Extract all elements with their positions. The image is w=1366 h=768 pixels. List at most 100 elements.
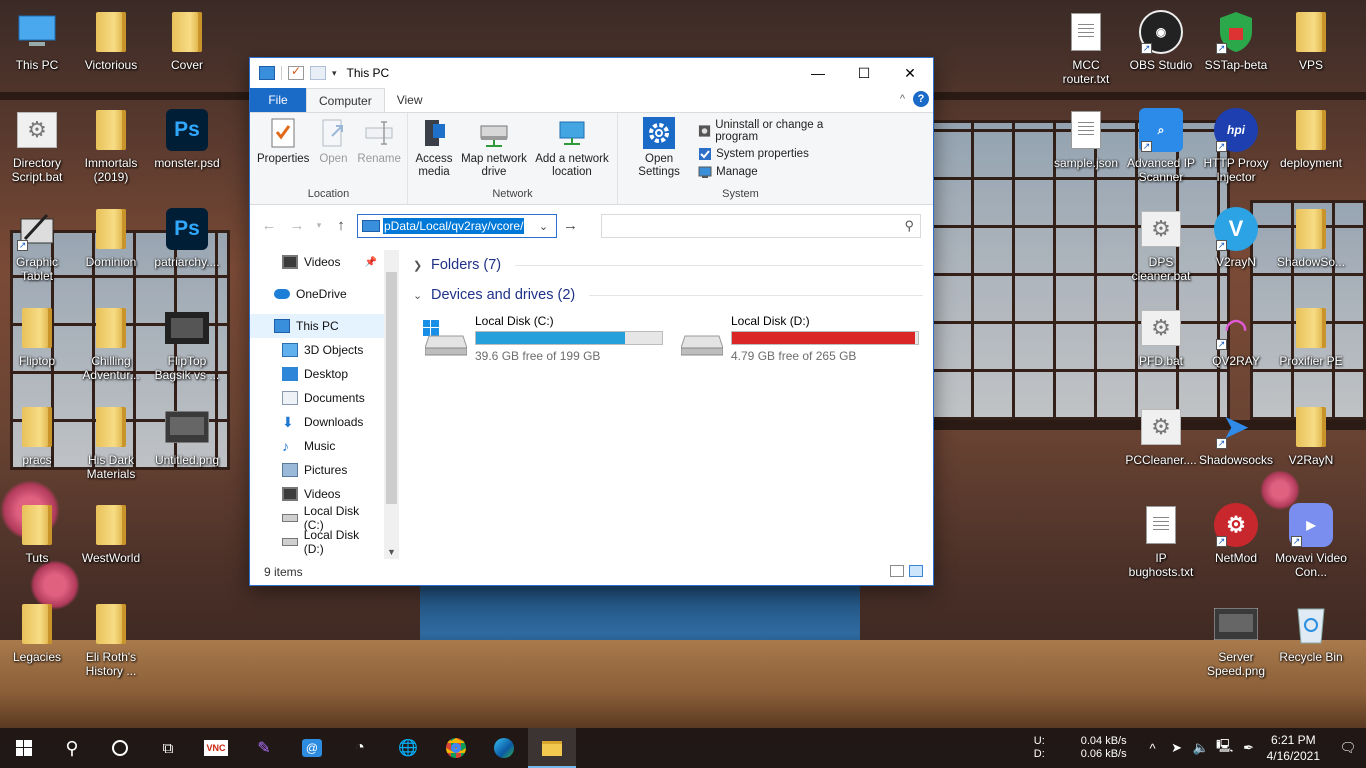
back-arrow-icon[interactable]: ←: [258, 217, 280, 234]
nav-item[interactable]: Documents: [250, 386, 399, 410]
search-input[interactable]: ⚲: [601, 214, 921, 238]
desktop-icon[interactable]: Chilling Adventur...: [74, 306, 148, 382]
taskbar-tablet-app[interactable]: ✎: [240, 728, 288, 768]
devices-section-header[interactable]: ⌄ Devices and drives (2): [413, 280, 923, 310]
collapse-ribbon-icon[interactable]: ^: [900, 93, 905, 105]
nav-item[interactable]: Pictures: [250, 458, 399, 482]
open-button[interactable]: Open: [314, 117, 352, 186]
title-bar[interactable]: ✓ ▾ This PC — ☐ ✕: [250, 58, 933, 88]
desktop-icon[interactable]: Fliptop: [0, 306, 74, 368]
search-button[interactable]: ⚲: [48, 728, 96, 768]
desktop-icon[interactable]: ◉ ↗ OBS Studio: [1124, 10, 1198, 72]
desktop-icon[interactable]: ▶ ↗ Movavi Video Con...: [1274, 503, 1348, 579]
close-button[interactable]: ✕: [887, 58, 933, 88]
navigation-pane[interactable]: Videos 📌 OneDrive This PC 3D Objects Desktop D…: [250, 246, 399, 559]
desktop-icon[interactable]: Tuts: [0, 503, 74, 565]
open-settings-button[interactable]: Open Settings: [622, 117, 696, 186]
desktop-icon[interactable]: IP bughosts.txt: [1124, 503, 1198, 579]
desktop-icon[interactable]: ➤ ↗ Shadowsocks: [1199, 405, 1273, 468]
taskbar-vnc[interactable]: VNC: [192, 728, 240, 768]
nav-item[interactable]: Videos: [250, 482, 399, 506]
new-folder-icon[interactable]: [310, 66, 326, 80]
nav-scrollbar[interactable]: ▼: [384, 250, 399, 559]
folders-section-header[interactable]: ❯ Folders (7): [413, 250, 923, 280]
nav-item[interactable]: Videos 📌: [250, 250, 399, 274]
desktop-icon[interactable]: ↗ SSTap-beta: [1199, 10, 1273, 72]
volume-icon[interactable]: 🔈: [1189, 740, 1213, 756]
desktop-icon[interactable]: Legacies: [0, 602, 74, 664]
large-icons-view-icon[interactable]: [909, 565, 923, 577]
desktop-icon[interactable]: WestWorld: [74, 503, 148, 565]
show-hidden-icons-icon[interactable]: ^: [1141, 741, 1165, 756]
tab-file[interactable]: File: [250, 88, 306, 112]
maximize-button[interactable]: ☐: [841, 58, 887, 88]
desktop-icon[interactable]: Immortals (2019): [74, 108, 148, 184]
forward-arrow-icon[interactable]: →: [286, 217, 308, 234]
desktop-icon[interactable]: Dominion: [74, 207, 148, 269]
go-arrow-icon[interactable]: →: [563, 217, 578, 234]
desktop-icon[interactable]: Ps patriarchy....: [150, 207, 224, 269]
desktop-icon[interactable]: ↗ Graphic Tablet: [0, 207, 74, 283]
desktop-icon[interactable]: VPS: [1274, 10, 1348, 72]
content-pane[interactable]: ❯ Folders (7) ⌄ Devices and drives (2) L…: [399, 246, 933, 559]
desktop-icon[interactable]: V ↗ V2rayN: [1199, 207, 1273, 269]
address-dropdown-icon[interactable]: ⌄: [530, 215, 556, 237]
details-view-icon[interactable]: [890, 565, 904, 577]
drive-tile[interactable]: Local Disk (C:) 39.6 GB free of 199 GB: [423, 314, 667, 363]
network-speed-meter[interactable]: U: 0.04 kB/s D: 0.06 kB/s: [1034, 735, 1127, 761]
desktop-icon[interactable]: ⚙ Directory Script.bat: [0, 108, 74, 184]
pen-icon[interactable]: ✒: [1237, 740, 1261, 756]
nav-item[interactable]: ♪ Music: [250, 434, 399, 458]
up-arrow-icon[interactable]: ↑: [330, 217, 352, 234]
desktop-icon[interactable]: V2RayN: [1274, 405, 1348, 467]
address-text[interactable]: pData/Local/qv2ray/vcore/: [383, 218, 525, 234]
taskbar-network-app[interactable]: 🌐: [384, 728, 432, 768]
desktop-icon[interactable]: Proxifier PE: [1274, 306, 1348, 368]
network-icon[interactable]: 🖳: [1213, 737, 1237, 759]
desktop-icon[interactable]: Eli Roth's History ...: [74, 602, 148, 678]
desktop-icon[interactable]: Ps monster.psd: [150, 108, 224, 170]
recent-locations-icon[interactable]: ▾: [314, 220, 324, 231]
desktop-icon[interactable]: ◠ ↗ QV2RAY: [1199, 306, 1273, 369]
desktop-icon[interactable]: hpi ↗ HTTP Proxy Injector: [1199, 108, 1273, 184]
file-explorer-window[interactable]: ✓ ▾ This PC — ☐ ✕ File Computer View ^ ?…: [249, 57, 934, 586]
desktop-icon[interactable]: ⚙ PCCleaner....: [1124, 405, 1198, 467]
uninstall-program-button[interactable]: Uninstall or change a program: [698, 119, 859, 143]
nav-item[interactable]: ⬇ Downloads: [250, 410, 399, 434]
desktop-icon[interactable]: pracs: [0, 405, 74, 467]
desktop-icon[interactable]: ⌕ ↗ Advanced IP Scanner: [1124, 108, 1198, 184]
add-network-location-button[interactable]: Add a network location: [532, 117, 612, 186]
nav-scrollbar-thumb[interactable]: [386, 272, 397, 504]
address-bar[interactable]: pData/Local/qv2ray/vcore/ ⌄: [357, 214, 557, 238]
qat-dropdown-icon[interactable]: ▾: [332, 68, 337, 79]
scroll-down-icon[interactable]: ▼: [387, 547, 396, 557]
notifications-icon[interactable]: 🗨: [1330, 740, 1366, 756]
tab-view[interactable]: View: [385, 88, 435, 112]
nav-item[interactable]: This PC: [250, 314, 399, 338]
manage-button[interactable]: Manage: [698, 165, 859, 179]
rename-button[interactable]: Rename: [354, 117, 403, 186]
system-properties-button[interactable]: System properties: [698, 147, 859, 161]
minimize-button[interactable]: —: [795, 58, 841, 88]
clock[interactable]: 6:21 PM 4/16/2021: [1267, 732, 1320, 764]
desktop-icon[interactable]: ShadowSo...: [1274, 207, 1348, 269]
desktop-icon[interactable]: MCC router.txt: [1049, 10, 1123, 86]
taskbar-chrome[interactable]: [432, 728, 480, 768]
desktop-icon[interactable]: Cover: [150, 10, 224, 72]
cortana-button[interactable]: [96, 728, 144, 768]
access-media-button[interactable]: Access media: [412, 117, 456, 186]
nav-item[interactable]: Local Disk (C:): [250, 504, 399, 532]
properties-button[interactable]: Properties: [254, 117, 312, 186]
taskbar-edge[interactable]: [480, 728, 528, 768]
desktop-icon[interactable]: His Dark Materials: [74, 405, 148, 481]
desktop-icon[interactable]: Victorious: [74, 10, 148, 72]
nav-item[interactable]: Local Disk (D:): [250, 528, 399, 556]
telegram-icon[interactable]: ➤: [1165, 740, 1189, 756]
tab-computer[interactable]: Computer: [306, 88, 385, 112]
desktop-icon[interactable]: deployment: [1274, 108, 1348, 170]
drive-tile[interactable]: Local Disk (D:) 4.79 GB free of 265 GB: [679, 314, 923, 363]
map-network-drive-button[interactable]: Map network drive: [458, 117, 530, 186]
start-button[interactable]: [0, 728, 48, 768]
nav-item[interactable]: 3D Objects: [250, 338, 399, 362]
desktop-icon[interactable]: ⚙ PFD.bat: [1124, 306, 1198, 368]
